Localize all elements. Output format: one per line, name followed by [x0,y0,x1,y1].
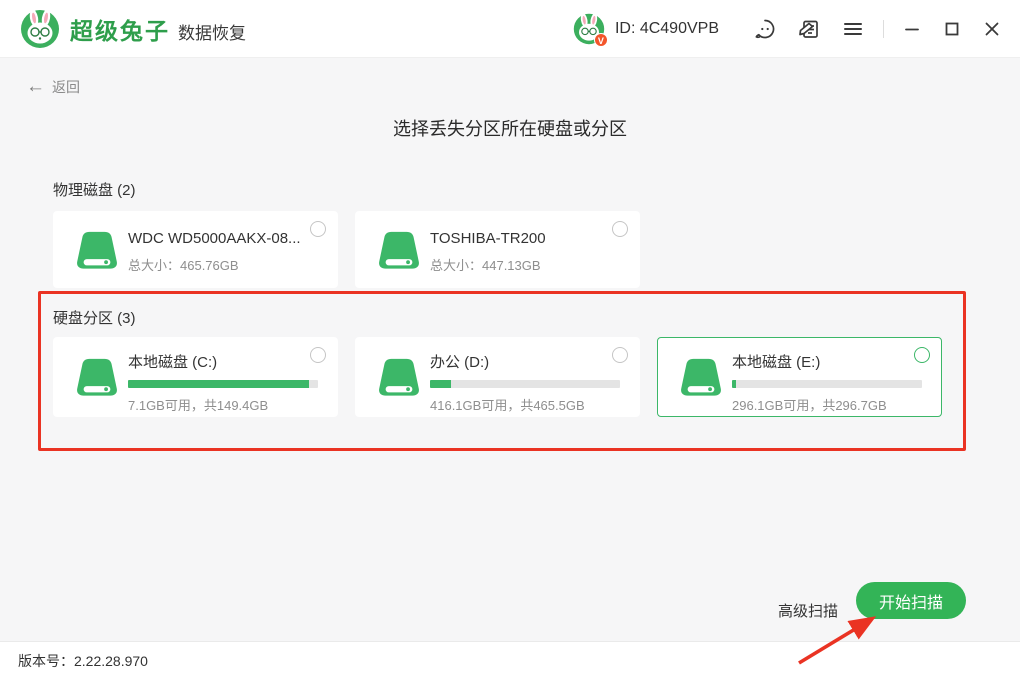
app-logo-rabbit-icon [20,9,60,49]
radio-circle[interactable] [310,347,326,363]
back-arrow-icon: ← [26,76,45,98]
disk-size: 总大小：465.76GB [128,255,305,274]
disk-name: WDC WD5000AAKX-08... [128,230,305,247]
radio-circle[interactable] [612,221,628,237]
usage-bar [430,380,620,388]
partition-card-c[interactable]: 本地磁盘 (C:) 7.1GB可用，共149.4GB [53,337,338,417]
titlebar: 超级兔子 数据恢复 V ID: 4C490VPB [0,0,1020,58]
physical-disks-header: 物理磁盘 (2) [53,179,136,200]
partition-size: 7.1GB可用，共149.4GB [128,395,305,414]
back-label: 返回 [52,77,80,97]
hard-drive-icon [376,229,422,271]
vip-badge: V [594,33,608,47]
physical-disks-row: WDC WD5000AAKX-08... 总大小：465.76GB TOSHIB… [53,211,640,288]
usage-bar [732,380,922,388]
maximize-button[interactable] [938,15,966,43]
back-button[interactable]: ← 返回 [26,76,80,98]
usage-bar-fill [430,380,451,388]
radio-circle[interactable] [914,347,930,363]
disk-name: TOSHIBA-TR200 [430,230,607,247]
start-scan-button[interactable]: 开始扫描 [856,582,966,619]
statusbar: 版本号：2.22.28.970 [0,641,1020,680]
partition-card-d[interactable]: 办公 (D:) 416.1GB可用，共465.5GB [355,337,640,417]
partition-name: 办公 (D:) [430,351,607,372]
app-window: 超级兔子 数据恢复 V ID: 4C490VPB [0,0,1020,680]
usage-bar-fill [732,380,736,388]
partition-card-e[interactable]: 本地磁盘 (E:) 296.1GB可用，共296.7GB [657,337,942,417]
version-label: 版本号：2.22.28.970 [18,642,148,680]
advanced-scan-link[interactable]: 高级扫描 [778,600,838,621]
hard-drive-icon [74,356,120,398]
feedback-icon[interactable] [796,16,822,42]
radio-circle[interactable] [612,347,628,363]
partition-name: 本地磁盘 (C:) [128,351,305,372]
customer-service-icon[interactable] [752,16,778,42]
partition-size: 416.1GB可用，共465.5GB [430,395,607,414]
user-id-label: ID: 4C490VPB [615,20,719,38]
hard-drive-icon [74,229,120,271]
disk-card-wdc[interactable]: WDC WD5000AAKX-08... 总大小：465.76GB [53,211,338,288]
page-title: 选择丢失分区所在硬盘或分区 [0,115,1020,141]
app-name: 超级兔子 [70,12,170,46]
partition-name: 本地磁盘 (E:) [732,351,909,372]
close-button[interactable] [978,15,1006,43]
app-subtitle: 数据恢复 [178,19,246,44]
partition-size: 296.1GB可用，共296.7GB [732,395,909,414]
titlebar-separator [883,20,884,38]
brand: 超级兔子 数据恢复 [70,12,246,46]
hard-drive-icon [678,356,724,398]
disk-size: 总大小：447.13GB [430,255,607,274]
partitions-header: 硬盘分区 (3) [53,307,136,328]
menu-icon[interactable] [840,16,866,42]
usage-bar [128,380,318,388]
partitions-row: 本地磁盘 (C:) 7.1GB可用，共149.4GB 办公 (D:) 416.1… [53,337,942,417]
usage-bar-fill [128,380,309,388]
user-avatar[interactable]: V [573,13,605,45]
minimize-button[interactable] [898,15,926,43]
hard-drive-icon [376,356,422,398]
disk-card-toshiba[interactable]: TOSHIBA-TR200 总大小：447.13GB [355,211,640,288]
radio-circle[interactable] [310,221,326,237]
